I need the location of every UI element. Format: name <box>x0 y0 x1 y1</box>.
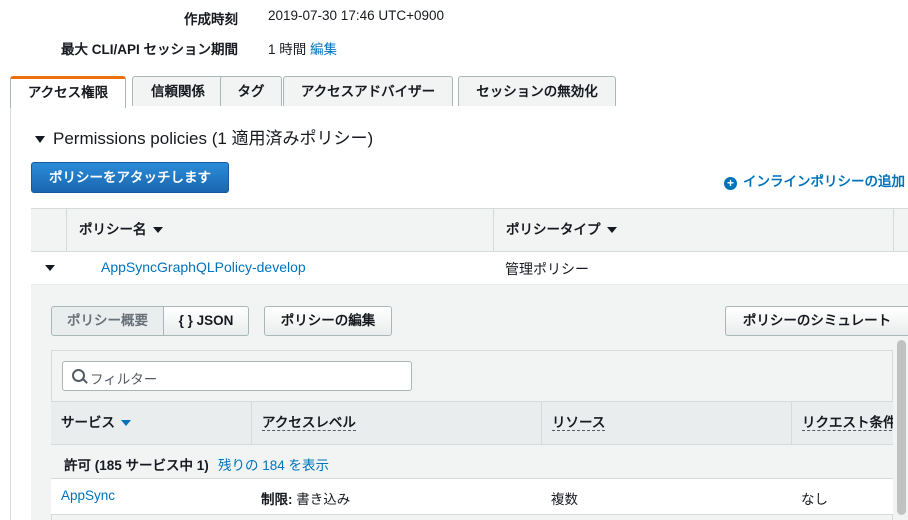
column-policy-type[interactable]: ポリシータイプ <box>493 209 893 251</box>
column-request-condition-label: リクエスト条件 <box>802 415 893 431</box>
session-duration: 1 時間 編集 <box>268 38 337 58</box>
row-expand-caret-icon[interactable] <box>45 265 55 271</box>
allowed-services-row: 許可 (185 サービス中 1) 残りの 184 を表示 <box>51 445 893 479</box>
access-level-text: 書き込み <box>296 492 351 507</box>
column-service-label: サービス <box>61 415 115 430</box>
collapse-caret-icon <box>35 136 45 144</box>
plus-circle-icon: + <box>724 177 737 190</box>
attach-policy-button[interactable]: ポリシーをアタッチします <box>31 162 229 193</box>
allowed-services-text: 許可 (185 サービス中 1) <box>64 458 209 473</box>
column-service[interactable]: サービス <box>51 402 251 444</box>
column-resource[interactable]: リソース <box>541 402 791 444</box>
tab-tags[interactable]: タグ <box>220 76 282 106</box>
column-access-level[interactable]: アクセスレベル <box>251 402 541 444</box>
section-title: Permissions policies (1 適用済みポリシー) <box>53 129 374 148</box>
resource-value: 複数 <box>551 492 578 507</box>
column-access-level-label: アクセスレベル <box>262 415 356 431</box>
column-policy-name-label: ポリシー名 <box>79 222 147 237</box>
filter-input[interactable]: フィルター <box>62 361 412 391</box>
created-value: 2019-07-30 17:46 UTC+0900 <box>268 8 445 23</box>
edit-policy-button[interactable]: ポリシーの編集 <box>264 306 392 336</box>
tab-revoke-sessions[interactable]: セッションの無効化 <box>458 76 616 106</box>
policies-table-header: ポリシー名 ポリシータイプ <box>31 208 908 252</box>
access-level-prefix: 制限: <box>261 492 293 507</box>
service-table-header: サービス アクセスレベル リソース リクエスト条件 <box>51 401 893 445</box>
sort-caret-icon <box>152 227 163 234</box>
search-icon-handle <box>82 378 88 384</box>
header-extra-column <box>893 209 908 251</box>
service-appsync-link[interactable]: AppSync <box>61 488 115 503</box>
column-resource-label: リソース <box>552 415 606 431</box>
column-policy-name[interactable]: ポリシー名 <box>66 209 493 251</box>
simulate-policy-button[interactable]: ポリシーのシミュレート <box>725 306 908 336</box>
session-edit-link[interactable]: 編集 <box>310 42 337 57</box>
policy-type: 管理ポリシー <box>505 261 589 277</box>
tab-bar: アクセス権限 信頼関係 タグ アクセスアドバイザー セッションの無効化 <box>10 76 908 109</box>
sort-caret-icon <box>606 227 617 234</box>
session-duration-label: 最大 CLI/API セッション期間 <box>60 42 238 57</box>
show-remaining-link[interactable]: 残りの 184 を表示 <box>218 454 329 474</box>
column-policy-type-label: ポリシータイプ <box>506 222 601 237</box>
policy-row: AppSyncGraphQLPolicy-develop 管理ポリシー <box>31 251 908 285</box>
header-expand-column <box>31 209 66 251</box>
column-request-condition[interactable]: リクエスト条件 <box>791 402 893 444</box>
tab-access-advisor[interactable]: アクセスアドバイザー <box>283 76 453 106</box>
session-duration-value: 1 時間 <box>268 42 307 57</box>
add-inline-policy-label: インラインポリシーの追加 <box>743 174 905 189</box>
json-toggle[interactable]: { } JSON <box>164 306 249 336</box>
service-row: AppSync 制限: 書き込み 複数 なし <box>51 479 893 515</box>
vertical-scrollbar[interactable] <box>897 340 906 515</box>
created-label: 作成時刻 <box>184 12 238 27</box>
add-inline-policy-link[interactable]: + インラインポリシーの追加 <box>724 170 908 190</box>
tab-trust-relationships[interactable]: 信頼関係 <box>132 76 224 106</box>
sort-caret-icon <box>121 420 131 427</box>
tab-permissions[interactable]: アクセス権限 <box>10 76 126 108</box>
permissions-section-header[interactable]: Permissions policies (1 適用済みポリシー) <box>35 124 373 149</box>
condition-value: なし <box>801 492 828 507</box>
filter-placeholder: フィルター <box>90 372 158 387</box>
access-level-value: 制限: 書き込み <box>261 488 350 508</box>
policy-summary-toggle[interactable]: ポリシー概要 <box>51 306 164 336</box>
policy-name-link[interactable]: AppSyncGraphQLPolicy-develop <box>101 259 306 275</box>
